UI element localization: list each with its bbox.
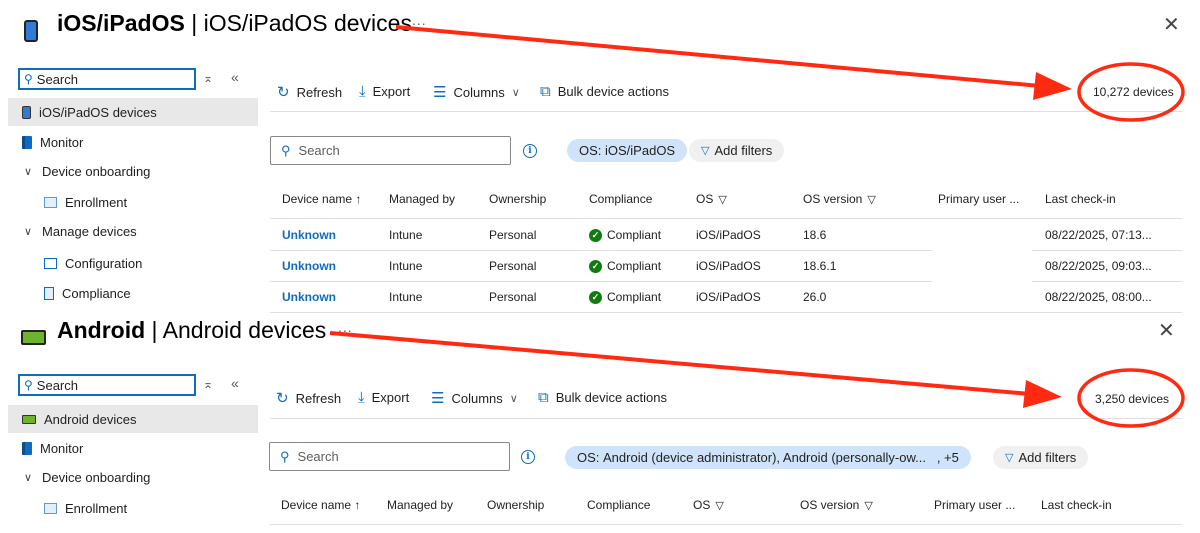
red-circle-ios-count xyxy=(1077,62,1185,122)
red-arrow-ios xyxy=(395,25,1072,100)
red-arrow-android xyxy=(329,331,1062,408)
red-circle-android-count xyxy=(1077,368,1185,428)
annotation-overlay xyxy=(329,25,1185,428)
